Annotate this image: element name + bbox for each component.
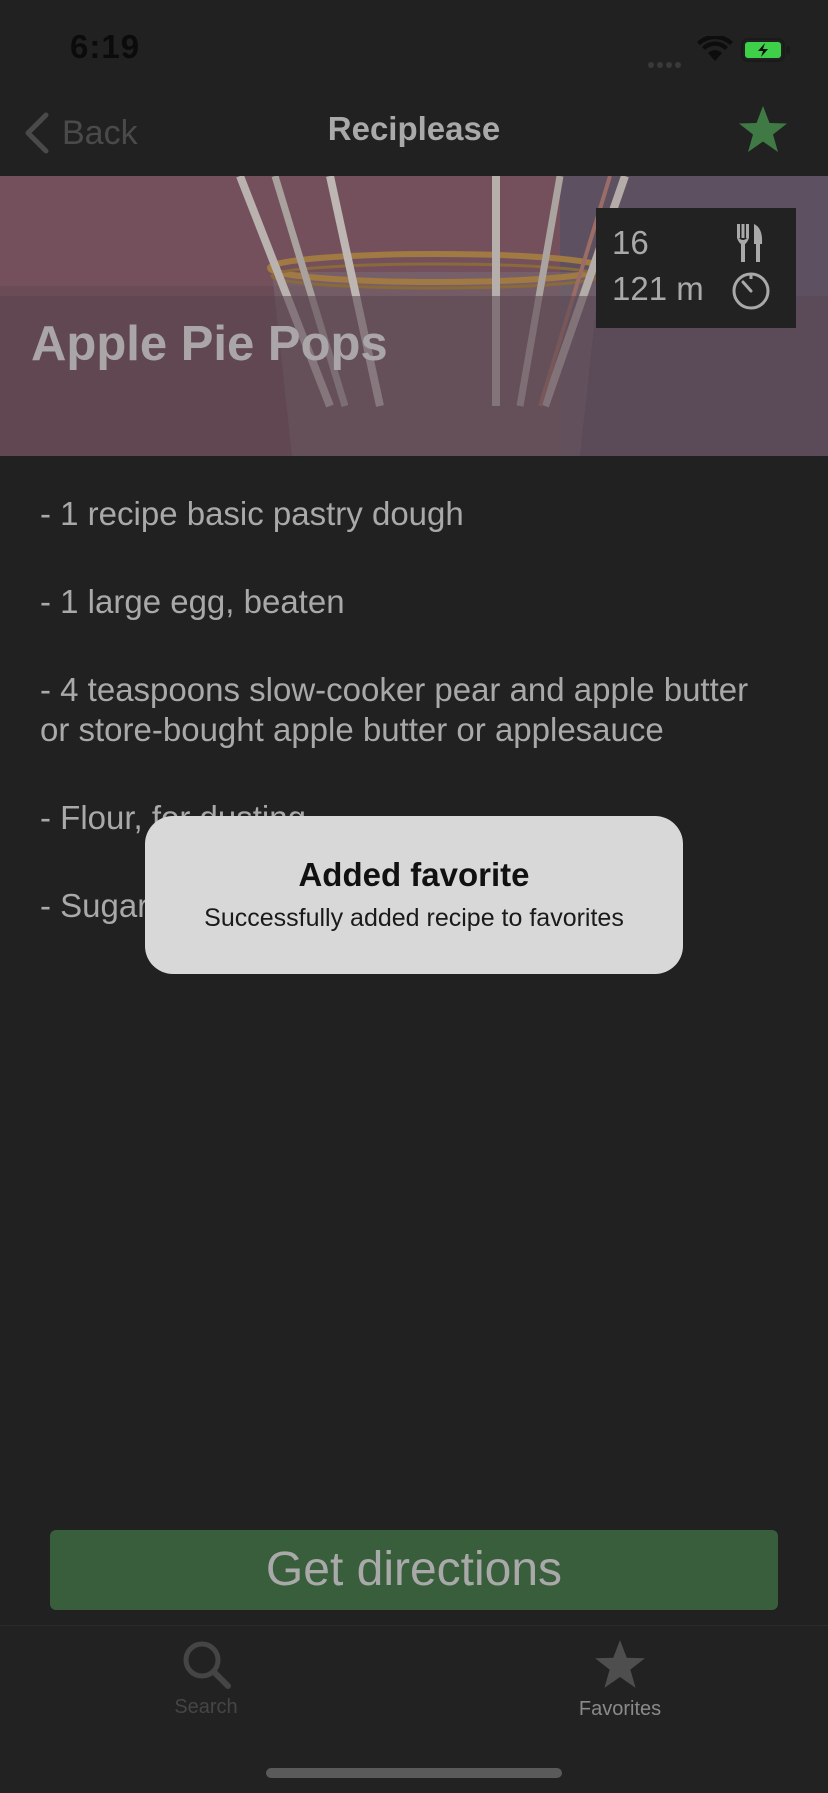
star-icon[interactable] [736,104,790,156]
tab-search[interactable]: Search [106,1638,306,1738]
tab-favorites[interactable]: Favorites [520,1638,720,1738]
status-time: 6:19 [70,28,141,65]
status-bar: 6:19 [0,0,828,90]
recipe-info-box: 16 121 m [596,208,796,328]
ingredient-item: - 4 teaspoons slow-cooker pear and apple… [40,671,749,748]
ingredient-item: - 1 large egg, beaten [40,583,345,620]
favorite-added-alert[interactable]: Added favorite Successfully added recipe… [145,816,683,974]
timer-icon [732,272,770,310]
battery-icon [741,38,790,62]
ingredient-item: - 1 recipe basic pastry dough [40,495,464,532]
home-indicator[interactable] [266,1768,562,1778]
tab-favorites-label: Favorites [578,1698,662,1720]
page-title: Reciplease [327,110,501,147]
search-icon [183,1641,231,1689]
fork-knife-icon [737,224,763,262]
star-icon [595,1640,645,1688]
alert-message: Successfully added recipe to favorites [204,904,624,932]
servings-value: 16 [612,224,649,261]
get-directions-button[interactable]: Get directions [50,1530,778,1610]
alert-title: Added favorite [298,856,530,893]
wifi-icon [697,36,733,61]
cellular-signal-icon [648,55,684,73]
navigation-bar: Back Reciplease [0,90,828,176]
recipe-title: Apple Pie Pops [31,317,388,371]
tab-search-label: Search [174,1696,238,1718]
duration-value: 121 m [612,270,704,307]
